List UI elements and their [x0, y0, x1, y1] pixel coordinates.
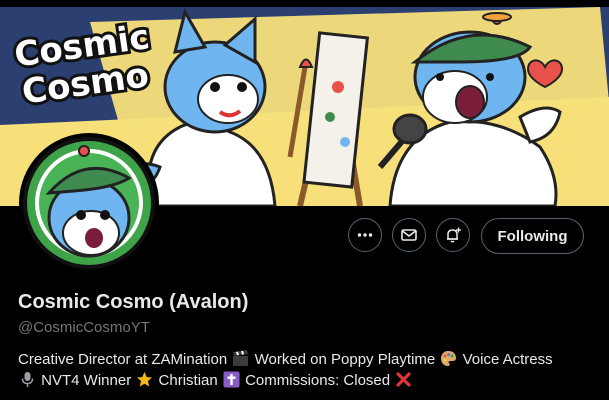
user-handle: @CosmicCosmoYT	[18, 319, 150, 336]
clapper-board-icon	[233, 350, 249, 366]
top-strip	[0, 0, 609, 7]
profile-bio: Creative Director at ZAMination Worked o…	[18, 349, 598, 391]
bell-plus-icon	[447, 227, 461, 243]
bio-text-christian: Christian	[158, 372, 218, 389]
profile-avatar[interactable]	[19, 133, 159, 273]
bio-text-voice: Voice Actress	[462, 351, 553, 368]
cross-mark-icon	[396, 372, 411, 387]
bio-text-commissions: Commissions: Closed	[245, 372, 391, 389]
following-button[interactable]: Following	[481, 218, 584, 254]
notifications-button[interactable]	[436, 218, 470, 252]
bio-text-poppy: Worked on Poppy Playtime	[254, 351, 436, 368]
bio-text-director: Creative Director at ZAMination	[18, 351, 228, 368]
latin-cross-icon	[223, 371, 240, 388]
star-icon	[137, 372, 153, 387]
artist-palette-icon	[441, 351, 457, 366]
microphone-icon	[21, 372, 34, 387]
more-button[interactable]	[348, 218, 382, 252]
envelope-icon	[401, 229, 417, 241]
more-icon	[357, 233, 373, 237]
bio-text-nvt4: NVT4 Winner	[41, 372, 132, 389]
display-name: Cosmic Cosmo (Avalon)	[18, 291, 249, 313]
message-button[interactable]	[392, 218, 426, 252]
